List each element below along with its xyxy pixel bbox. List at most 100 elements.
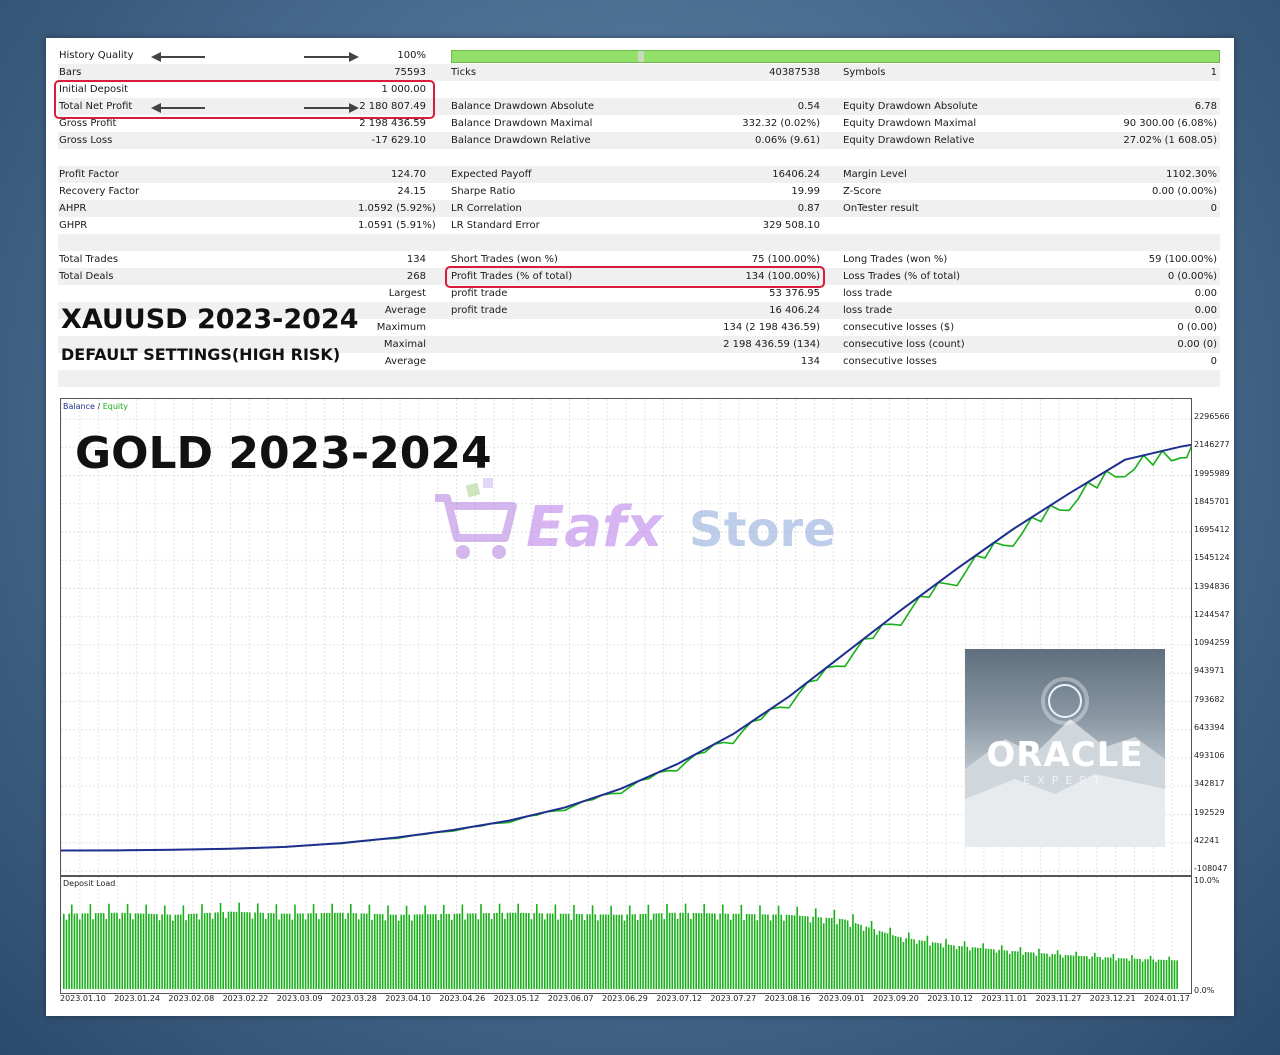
- deposit-load-bar: [862, 930, 865, 989]
- deposit-load-bar: [910, 938, 913, 989]
- y-tick-label: 2146277: [1194, 440, 1230, 450]
- deposit-load-bar: [764, 914, 767, 989]
- stat-value: 0.54: [797, 101, 820, 112]
- deposit-load-bar: [466, 913, 469, 989]
- stat-value: 19.99: [791, 186, 820, 197]
- deposit-load-bar: [1072, 955, 1075, 989]
- deposit-load-bar: [198, 919, 201, 989]
- deposit-load-bar: [950, 945, 953, 989]
- deposit-load-bar: [304, 919, 307, 989]
- deposit-load-bar: [993, 949, 995, 989]
- deposit-load-bar: [1046, 953, 1048, 989]
- deposit-load-bar: [788, 914, 790, 989]
- deposit-load-bar: [639, 914, 642, 989]
- deposit-load-bar: [974, 947, 976, 989]
- deposit-load-bar: [63, 913, 65, 989]
- deposit-load-bar: [897, 936, 899, 989]
- deposit-load-bar: [235, 911, 238, 989]
- deposit-load-bar: [1067, 955, 1069, 989]
- x-tick-label: 2023.01.10: [60, 994, 106, 1003]
- deposit-load-bar: [953, 945, 955, 989]
- deposit-load-bar: [241, 912, 243, 989]
- stat-value: 1.0592 (5.92%): [358, 203, 436, 214]
- deposit-load-bar: [400, 914, 403, 989]
- stat-value: 0.00 (0.00%): [1151, 186, 1217, 197]
- deposit-load-bar: [1093, 952, 1096, 989]
- deposit-load-bar: [565, 913, 567, 989]
- deposit-load-bar: [695, 913, 697, 989]
- deposit-load-bar: [78, 919, 81, 989]
- deposit-load-bar: [1040, 953, 1043, 989]
- deposit-load-bar: [1123, 958, 1125, 989]
- deposit-load-bar: [1173, 960, 1176, 989]
- deposit-load-bar: [267, 913, 270, 989]
- deposit-load-bar: [408, 914, 411, 989]
- deposit-load-bar: [892, 935, 894, 989]
- stat-value: Maximal: [383, 339, 426, 350]
- deposit-load-bar: [102, 912, 105, 989]
- deposit-load-bar: [227, 911, 230, 989]
- deposit-load-bar: [1054, 954, 1056, 989]
- deposit-load-bar: [1125, 958, 1128, 989]
- deposit-load-bar: [814, 908, 817, 989]
- deposit-load-bar: [1048, 956, 1051, 989]
- stat-label: consecutive losses: [843, 356, 937, 367]
- deposit-load-bar: [81, 913, 84, 989]
- deposit-load-bar: [939, 943, 942, 989]
- deposit-load-bar: [535, 904, 538, 989]
- stat-value: 40387538: [769, 67, 820, 78]
- deposit-load-bar: [148, 913, 150, 989]
- deposit-load-bar: [525, 913, 527, 989]
- deposit-load-bar: [799, 915, 801, 989]
- stat-label: GHPR: [59, 220, 88, 231]
- stat-value: 134 (2 198 436.59): [723, 322, 820, 333]
- deposit-load-bar: [105, 919, 108, 989]
- stats-row: Gross Loss -17 629.10 Balance Drawdown Rel…: [58, 132, 1220, 149]
- watermark-text-eafx: Eafx: [526, 495, 664, 560]
- deposit-load-bar: [907, 932, 910, 989]
- stat-value: 0.06% (9.61): [754, 135, 820, 146]
- deposit-load-bar: [687, 912, 690, 989]
- deposit-load-bar: [610, 905, 612, 989]
- deposit-load-bar: [923, 941, 926, 989]
- stat-value: 27.02% (1 608.05): [1123, 135, 1217, 146]
- deposit-load-bar: [153, 914, 155, 989]
- deposit-load-bar: [1080, 955, 1083, 989]
- deposit-load-bar: [403, 914, 405, 989]
- deposit-load-bar: [756, 920, 759, 989]
- deposit-load-bar: [865, 926, 868, 989]
- deposit-load-bar: [307, 913, 310, 989]
- deposit-load-bar: [644, 913, 647, 989]
- deposit-load-bar: [397, 920, 400, 989]
- deposit-load-bar: [496, 912, 498, 989]
- deposit-load-bar: [538, 913, 541, 989]
- deposit-load-bar: [432, 914, 434, 989]
- deposit-load-bar: [751, 914, 753, 989]
- deposit-load-bar: [817, 917, 820, 989]
- stat-value: 16406.24: [772, 169, 820, 180]
- stat-label: LR Standard Error: [451, 220, 540, 231]
- deposit-load-bar: [613, 914, 615, 989]
- deposit-load-bar: [684, 903, 687, 989]
- stats-row: Profit Factor 124.70 Expected Payoff 16406.…: [58, 166, 1220, 183]
- deposit-load-bar: [543, 919, 546, 989]
- deposit-load-bar: [836, 924, 838, 989]
- stat-value: 0.00: [1194, 305, 1217, 316]
- deposit-load-bar: [591, 905, 594, 989]
- deposit-load-bar: [291, 919, 294, 989]
- deposit-load-bar: [517, 903, 519, 989]
- deposit-load-bar: [1160, 959, 1162, 989]
- deposit-load-bar: [876, 934, 878, 989]
- stat-label: Equity Drawdown Relative: [843, 135, 975, 146]
- stat-value: 16 406.24: [769, 305, 820, 316]
- x-tick-label: 2023.02.08: [168, 994, 215, 1003]
- deposit-load-bar: [429, 914, 432, 989]
- stat-value: Average: [384, 356, 426, 367]
- deposit-load-bar: [512, 912, 514, 989]
- stat-label: AHPR: [59, 203, 87, 214]
- deposit-load-bar: [921, 940, 923, 989]
- deposit-load-bar: [759, 905, 761, 989]
- y-tick-label: 42241: [1194, 835, 1220, 845]
- deposit-load-bar: [97, 913, 100, 989]
- stat-label: consecutive losses ($): [843, 322, 955, 333]
